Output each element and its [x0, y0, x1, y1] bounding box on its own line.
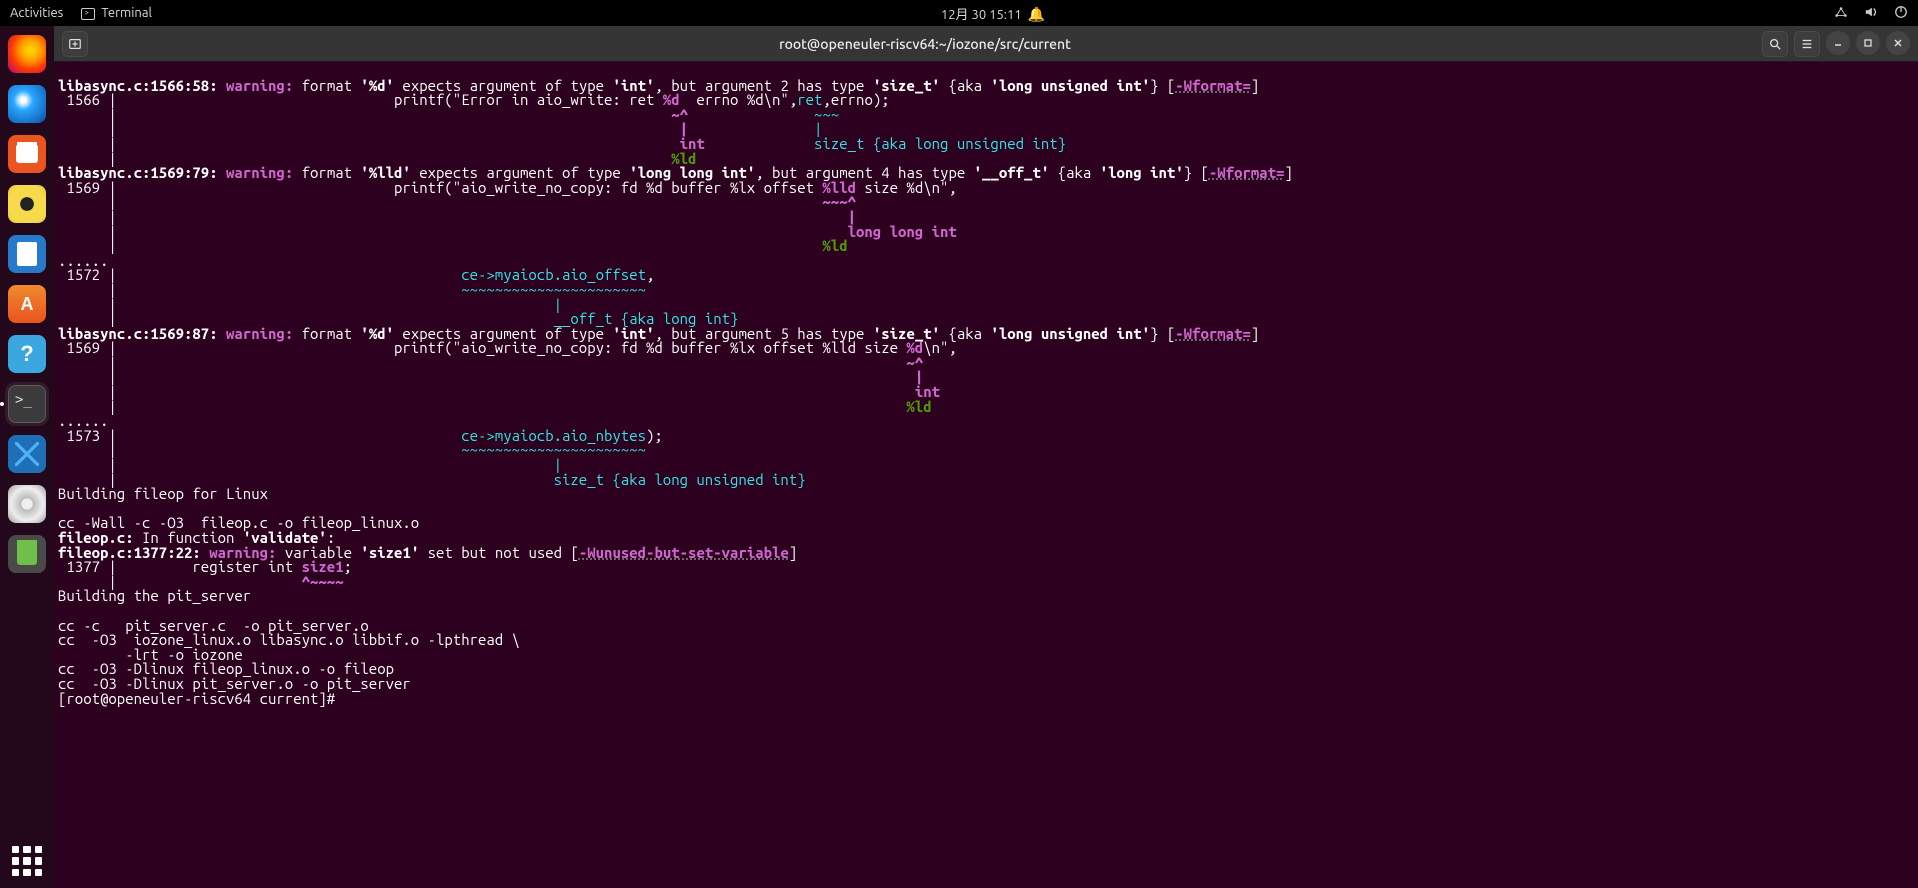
ubuntu-dock: [0, 26, 54, 888]
firefox-icon: [8, 35, 46, 73]
dock-thunderbird[interactable]: [5, 82, 49, 126]
dock-help[interactable]: [5, 332, 49, 376]
close-button[interactable]: [1886, 31, 1910, 55]
volume-icon[interactable]: [1864, 5, 1878, 22]
shell-prompt[interactable]: [root@openeuler-riscv64 current]#: [58, 690, 335, 707]
trash-icon: [8, 535, 46, 573]
dock-rhythmbox[interactable]: [5, 182, 49, 226]
dock-software[interactable]: [5, 282, 49, 326]
help-icon: [8, 335, 46, 373]
libreoffice-writer-icon: [8, 235, 46, 273]
clock[interactable]: 12月 30 15:11: [941, 8, 1022, 22]
active-app-menu[interactable]: Terminal: [81, 6, 152, 20]
gnome-top-bar: Activities Terminal 12月 30 15:11 🔔: [0, 0, 1918, 26]
activities-button[interactable]: Activities: [10, 6, 63, 20]
files-icon: [8, 135, 46, 173]
terminal-icon: [81, 8, 95, 20]
new-tab-button[interactable]: [62, 31, 88, 57]
search-button[interactable]: [1762, 31, 1788, 57]
hamburger-menu-button[interactable]: [1794, 31, 1820, 57]
show-applications-button[interactable]: [8, 842, 46, 880]
dock-vscode[interactable]: [5, 432, 49, 476]
maximize-button[interactable]: [1856, 31, 1880, 55]
power-icon[interactable]: [1894, 5, 1908, 22]
vscode-icon: [8, 435, 46, 473]
thunderbird-icon: [8, 85, 46, 123]
dock-firefox[interactable]: [5, 32, 49, 76]
minimize-button[interactable]: [1826, 31, 1850, 55]
ubuntu-software-icon: [8, 285, 46, 323]
notification-bell-icon[interactable]: 🔔: [1028, 6, 1045, 22]
terminal-output[interactable]: libasync.c:1566:58: warning: format '%d'…: [54, 62, 1918, 888]
dock-disk[interactable]: [5, 482, 49, 526]
dock-files[interactable]: [5, 132, 49, 176]
network-icon[interactable]: [1834, 5, 1848, 22]
dock-terminal[interactable]: [5, 382, 49, 426]
terminal-icon: [8, 385, 46, 423]
window-titlebar: root@openeuler-riscv64:~/iozone/src/curr…: [54, 26, 1918, 62]
disk-icon: [8, 485, 46, 523]
dock-libreoffice[interactable]: [5, 232, 49, 276]
window-title: root@openeuler-riscv64:~/iozone/src/curr…: [88, 36, 1762, 52]
terminal-window: root@openeuler-riscv64:~/iozone/src/curr…: [54, 26, 1918, 888]
rhythmbox-icon: [8, 185, 46, 223]
dock-trash[interactable]: [5, 532, 49, 576]
